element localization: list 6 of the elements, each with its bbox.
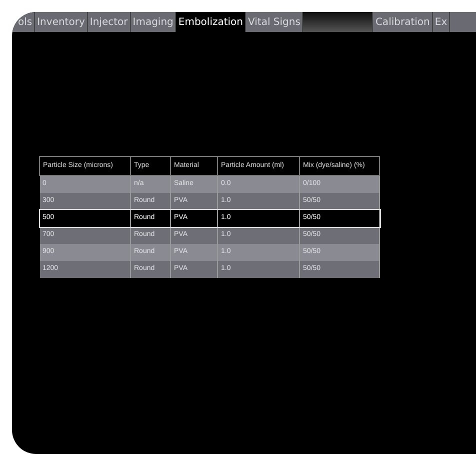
tab[interactable]: ols <box>16 12 36 32</box>
tab[interactable]: Inventory <box>35 12 88 32</box>
tab[interactable]: Embolization <box>176 12 246 32</box>
tab[interactable]: Injector <box>88 12 131 32</box>
tab[interactable]: Calibration <box>373 12 433 32</box>
tab[interactable]: Ex <box>432 12 450 32</box>
